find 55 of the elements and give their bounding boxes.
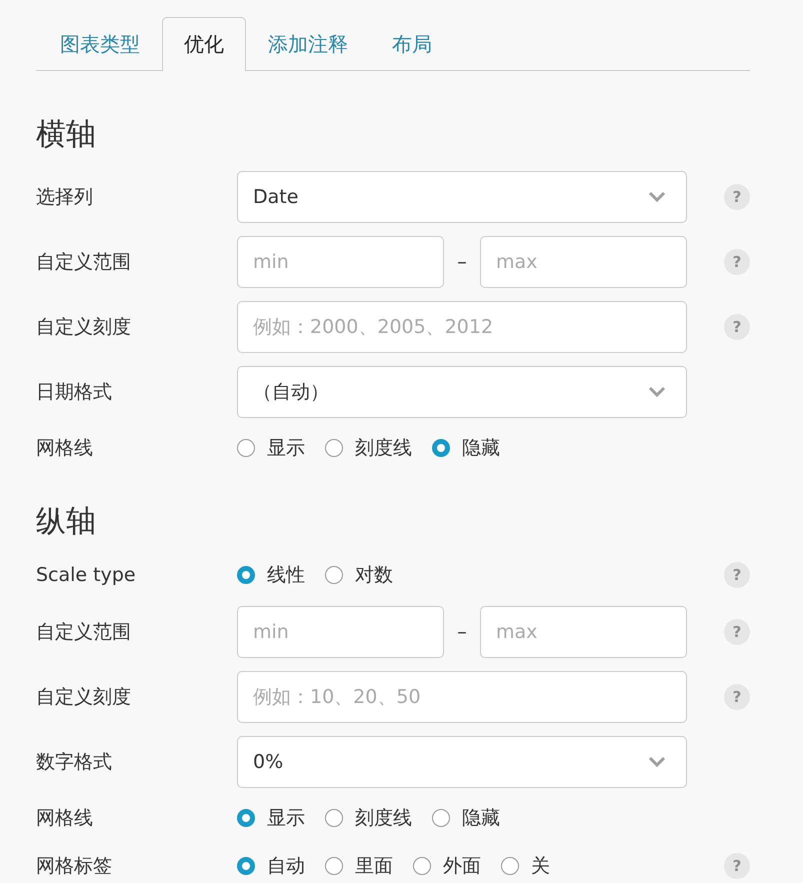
min-input[interactable]: min bbox=[237, 606, 444, 658]
radio-button[interactable] bbox=[237, 439, 255, 457]
ticks-input[interactable]: 例如：10、20、50 bbox=[237, 670, 687, 722]
field-label: 选择列 bbox=[36, 184, 94, 210]
field-label: 自定义刻度 bbox=[36, 314, 132, 340]
max-input[interactable]: max bbox=[480, 236, 687, 288]
radio-button[interactable] bbox=[325, 566, 343, 584]
radio-option[interactable]: 刻度线 bbox=[325, 805, 412, 831]
tab[interactable]: 添加注释 bbox=[246, 17, 370, 71]
tab[interactable]: 布局 bbox=[370, 17, 454, 71]
radio-button[interactable] bbox=[325, 809, 343, 827]
min-input[interactable]: min bbox=[237, 236, 444, 288]
radio-option[interactable]: 显示 bbox=[237, 805, 305, 831]
field-label: 网格标签 bbox=[36, 854, 113, 879]
radio-option[interactable]: 里面 bbox=[325, 853, 393, 879]
field-label: 自定义范围 bbox=[36, 250, 132, 274]
radio-button[interactable] bbox=[432, 439, 450, 457]
radio-button[interactable] bbox=[237, 566, 255, 584]
radio-button[interactable] bbox=[237, 809, 255, 827]
radio-option[interactable]: 刻度线 bbox=[325, 435, 412, 461]
radio-option[interactable]: 隐藏 bbox=[432, 435, 500, 461]
field-label: 网格线 bbox=[36, 436, 94, 461]
tab[interactable]: 图表类型 bbox=[38, 17, 162, 71]
chevron-down-icon bbox=[648, 386, 666, 398]
dropdown[interactable]: Date bbox=[237, 170, 687, 222]
radio-button[interactable] bbox=[413, 857, 431, 875]
radio-option[interactable]: 显示 bbox=[237, 435, 305, 461]
section-heading: 纵轴 bbox=[36, 503, 97, 541]
field-label: 自定义刻度 bbox=[36, 684, 132, 710]
radio-option[interactable]: 自动 bbox=[237, 853, 305, 879]
radio-button[interactable] bbox=[325, 439, 343, 457]
field-label: 日期格式 bbox=[36, 380, 113, 404]
radio-option[interactable]: 对数 bbox=[325, 562, 393, 588]
radio-button[interactable] bbox=[501, 857, 519, 875]
radio-option[interactable]: 外面 bbox=[413, 853, 481, 879]
tab[interactable]: 优化 bbox=[162, 17, 246, 71]
radio-option[interactable]: 关 bbox=[501, 853, 550, 879]
chevron-down-icon bbox=[648, 756, 666, 768]
section-heading: 横轴 bbox=[36, 116, 97, 154]
radio-option[interactable]: 隐藏 bbox=[432, 805, 500, 831]
dropdown[interactable]: 0% bbox=[237, 736, 687, 788]
field-label: 数字格式 bbox=[36, 750, 113, 774]
radio-option[interactable]: 线性 bbox=[237, 562, 305, 588]
max-input[interactable]: max bbox=[480, 606, 687, 658]
field-label: 自定义范围 bbox=[36, 620, 132, 644]
radio-button[interactable] bbox=[237, 857, 255, 875]
range-separator: – bbox=[456, 250, 468, 272]
dropdown[interactable]: （自动） bbox=[237, 366, 687, 418]
ticks-input[interactable]: 例如：2000、2005、2012 bbox=[237, 300, 687, 352]
radio-button[interactable] bbox=[325, 857, 343, 875]
chevron-down-icon bbox=[648, 190, 666, 202]
radio-button[interactable] bbox=[432, 809, 450, 827]
range-separator: – bbox=[456, 620, 468, 642]
field-label: Scale type bbox=[36, 564, 137, 586]
field-label: 网格线 bbox=[36, 806, 94, 831]
